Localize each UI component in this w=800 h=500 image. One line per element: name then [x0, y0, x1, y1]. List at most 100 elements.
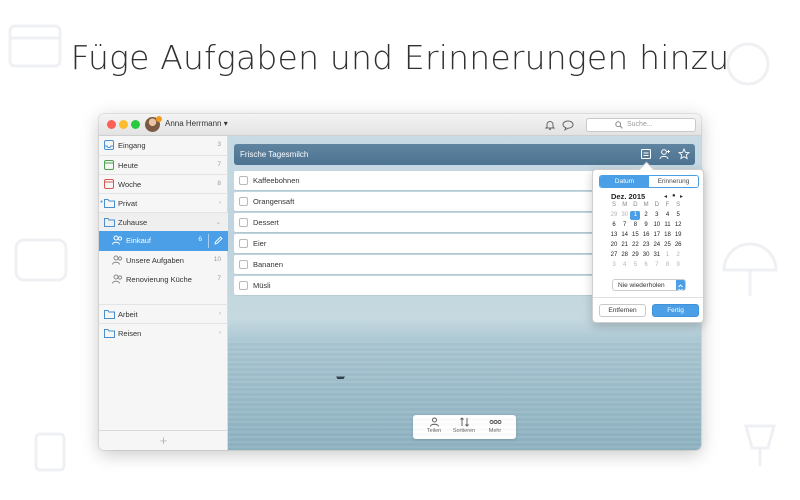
calendar-day[interactable]: 27	[609, 251, 619, 260]
sidebar-item-unsere-aufgaben[interactable]: Unsere Aufgaben 10	[99, 251, 228, 270]
task-checkbox[interactable]	[239, 197, 248, 206]
calendar-day[interactable]: 29	[609, 211, 619, 220]
calendar-day[interactable]: 1	[663, 251, 673, 260]
minimize-window-button[interactable]	[119, 120, 128, 129]
sidebar-item-woche[interactable]: Woche 8	[99, 174, 228, 193]
calendar-day[interactable]: 10	[652, 221, 662, 230]
task-checkbox[interactable]	[239, 281, 248, 290]
calendar-day[interactable]: 2	[673, 251, 683, 260]
sidebar-item-heute[interactable]: Heute 7	[99, 155, 228, 174]
calendar-day[interactable]: 7	[652, 261, 662, 270]
calendar-day[interactable]: 13	[609, 231, 619, 240]
calendar-day[interactable]: 3	[652, 211, 662, 220]
sidebar-item-label: Unsere Aufgaben	[126, 256, 184, 265]
tab-erinnerung[interactable]: Erinnerung	[649, 176, 698, 187]
calendar-day[interactable]: 16	[641, 231, 651, 240]
calendar-day[interactable]: 24	[652, 241, 662, 250]
user-menu[interactable]: Anna Herrmann ▾	[165, 119, 228, 128]
divider	[593, 297, 703, 298]
calendar-day[interactable]: 23	[641, 241, 651, 250]
notification-dot-icon	[156, 116, 162, 122]
calendar-day[interactable]: 4	[663, 211, 673, 220]
calendar-day[interactable]: 12	[673, 221, 683, 230]
sidebar-item-count: 7	[217, 161, 221, 168]
calendar-day[interactable]: 2	[641, 211, 651, 220]
add-task-bar[interactable]: Frische Tagesmilch	[234, 144, 695, 165]
zoom-window-button[interactable]	[131, 120, 140, 129]
sidebar-item-zuhause[interactable]: Zuhause ⌄	[99, 212, 228, 231]
calendar-day[interactable]: 22	[630, 241, 640, 250]
chevron-left-icon[interactable]: ‹	[219, 310, 221, 317]
sidebar-item-label: Einkauf	[126, 236, 152, 245]
calendar-day[interactable]: 1	[630, 211, 641, 220]
chevron-down-icon[interactable]: ⌄	[216, 218, 221, 226]
more-button[interactable]: Mehr	[480, 417, 510, 437]
task-checkbox[interactable]	[239, 218, 248, 227]
remove-button[interactable]: Entfernen	[599, 304, 646, 317]
calendar-day[interactable]: 14	[620, 231, 630, 240]
bell-icon[interactable]	[544, 119, 556, 131]
sidebar-item-eingang[interactable]: Eingang 3	[99, 136, 228, 155]
star-icon[interactable]	[678, 148, 690, 160]
next-month-icon[interactable]: ▸	[680, 193, 683, 200]
sidebar-item-einkauf[interactable]: Einkauf 6	[99, 231, 228, 251]
calendar-day[interactable]: 30	[641, 251, 651, 260]
calendar-day[interactable]: 6	[641, 261, 651, 270]
task-title: Orangensaft	[253, 197, 295, 206]
calendar-day[interactable]: 11	[663, 221, 673, 230]
sort-button[interactable]: Sortieren	[449, 417, 479, 437]
calendar-day[interactable]: 9	[673, 261, 683, 270]
calendar-day[interactable]: 19	[673, 231, 683, 240]
shared-list-icon	[112, 235, 123, 245]
calendar-day[interactable]: 15	[630, 231, 640, 240]
tab-datum[interactable]: Datum	[600, 176, 649, 187]
close-window-button[interactable]	[107, 120, 116, 129]
calendar-day[interactable]: 30	[620, 211, 630, 220]
add-list-button[interactable]: +	[99, 430, 228, 450]
calendar-day[interactable]: 31	[652, 251, 662, 260]
calendar-day[interactable]: 6	[609, 221, 619, 230]
date-reminder-segmented-control: Datum Erinnerung	[599, 175, 699, 188]
chevron-left-icon[interactable]: ‹	[219, 199, 221, 206]
calendar-day[interactable]: 25	[663, 241, 673, 250]
share-person-icon	[429, 417, 439, 427]
calendar-day[interactable]: 4	[620, 261, 630, 270]
previous-month-icon[interactable]: ◂	[664, 193, 667, 200]
today-dot-icon[interactable]: ●	[672, 193, 676, 199]
calendar-day[interactable]: 28	[620, 251, 630, 260]
calendar-due-date-icon[interactable]	[640, 148, 652, 160]
sidebar-item-reisen[interactable]: Reisen ‹	[99, 323, 228, 342]
calendar-day[interactable]: 26	[673, 241, 683, 250]
calendar-day[interactable]: 5	[673, 211, 683, 220]
calendar-day[interactable]: 3	[609, 261, 619, 270]
repeat-select[interactable]: Nie wiederholen	[612, 279, 686, 292]
calendar-day[interactable]: 18	[663, 231, 673, 240]
calendar-day[interactable]: 8	[663, 261, 673, 270]
task-checkbox[interactable]	[239, 260, 248, 269]
sidebar-item-privat[interactable]: ● Privat ‹	[99, 193, 228, 212]
sidebar-item-renovierung-kueche[interactable]: Renovierung Küche 7	[99, 270, 228, 289]
calendar-day[interactable]: 5	[630, 261, 640, 270]
chat-bubble-icon[interactable]	[562, 119, 574, 131]
sidebar-item-arbeit[interactable]: Arbeit ‹	[99, 304, 228, 323]
assign-person-icon[interactable]	[659, 148, 671, 160]
calendar-day[interactable]: 29	[630, 251, 640, 260]
task-checkbox[interactable]	[239, 239, 248, 248]
sidebar-item-count: 10	[213, 256, 221, 263]
pencil-edit-icon[interactable]	[214, 236, 223, 245]
done-button[interactable]: Fertig	[652, 304, 699, 317]
sidebar-item-count: 3	[217, 141, 221, 148]
share-label: Teilen	[426, 428, 442, 434]
search-input[interactable]: Suche...	[586, 118, 696, 132]
calendar-day[interactable]: 9	[641, 221, 651, 230]
calendar-day[interactable]: 21	[620, 241, 630, 250]
weekday-header: M	[622, 202, 628, 208]
calendar-day[interactable]: 8	[630, 221, 640, 230]
calendar-day[interactable]: 17	[652, 231, 662, 240]
calendar-day[interactable]: 7	[620, 221, 630, 230]
task-checkbox[interactable]	[239, 176, 248, 185]
folder-icon	[104, 329, 115, 338]
calendar-day[interactable]: 20	[609, 241, 619, 250]
chevron-left-icon[interactable]: ‹	[219, 329, 221, 336]
share-button[interactable]: Teilen	[419, 417, 449, 437]
